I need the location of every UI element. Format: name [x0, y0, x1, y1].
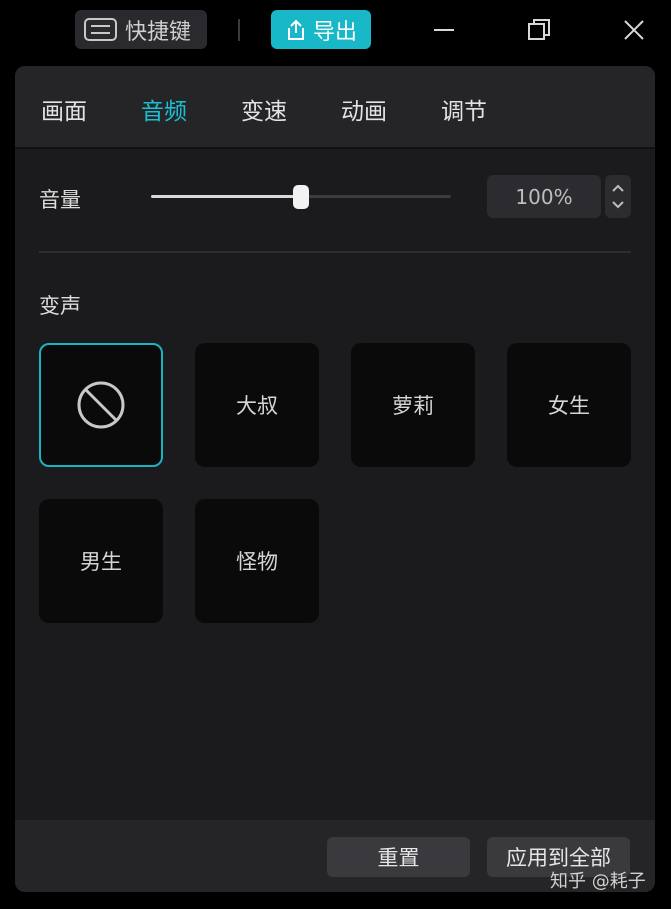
reset-label: 重置 [377, 846, 420, 870]
shortcut-button[interactable]: 快捷键 [75, 10, 207, 49]
volume-stepper[interactable] [605, 175, 631, 218]
watermark: 知乎 @耗子 [550, 871, 646, 892]
voice-option-none[interactable] [39, 343, 163, 467]
tab-adjust[interactable]: 调节 [441, 92, 487, 126]
volume-input[interactable] [487, 175, 601, 218]
voice-option-monster[interactable]: 怪物 [195, 499, 319, 623]
voice-option-uncle[interactable]: 大叔 [195, 343, 319, 467]
none-icon [77, 381, 125, 429]
shortcut-label: 快捷键 [125, 19, 192, 45]
restore-icon [528, 19, 550, 40]
volume-label: 音量 [39, 188, 81, 212]
tab-speed[interactable]: 变速 [241, 92, 287, 126]
tab-audio[interactable]: 音频 [141, 92, 187, 126]
export-button[interactable]: 导出 [271, 10, 371, 49]
section-divider [39, 251, 631, 253]
close-button[interactable] [616, 12, 652, 48]
keyboard-icon [84, 18, 117, 41]
title-bar: 快捷键 导出 [0, 0, 671, 60]
voice-option-label: 大叔 [236, 394, 278, 418]
voice-option-loli[interactable]: 萝莉 [351, 343, 475, 467]
voice-option-female[interactable]: 女生 [507, 343, 631, 467]
tab-animation[interactable]: 动画 [341, 92, 387, 126]
minimize-button[interactable] [426, 12, 462, 48]
restore-button[interactable] [521, 12, 557, 48]
slider-fill [151, 195, 301, 198]
toolbar-divider [238, 19, 240, 41]
voice-option-label: 男生 [80, 550, 122, 574]
export-label: 导出 [312, 19, 357, 45]
slider-thumb[interactable] [293, 185, 309, 209]
reset-button[interactable]: 重置 [327, 837, 470, 877]
minimize-icon [434, 29, 454, 31]
tab-bar: 画面 音频 变速 动画 调节 [15, 66, 655, 149]
close-icon [624, 20, 644, 40]
stepper-arrows-icon [612, 184, 624, 209]
voice-change-label: 变声 [39, 294, 81, 318]
audio-panel: 画面 音频 变速 动画 调节 音量 变声 大叔 萝莉 女生 男生 怪物 [15, 66, 655, 892]
voice-option-label: 萝莉 [392, 394, 434, 418]
export-icon [287, 19, 304, 40]
voice-option-label: 怪物 [236, 550, 278, 574]
voice-option-male[interactable]: 男生 [39, 499, 163, 623]
tab-picture[interactable]: 画面 [41, 92, 87, 126]
volume-slider[interactable] [151, 185, 451, 209]
voice-option-label: 女生 [548, 394, 590, 418]
